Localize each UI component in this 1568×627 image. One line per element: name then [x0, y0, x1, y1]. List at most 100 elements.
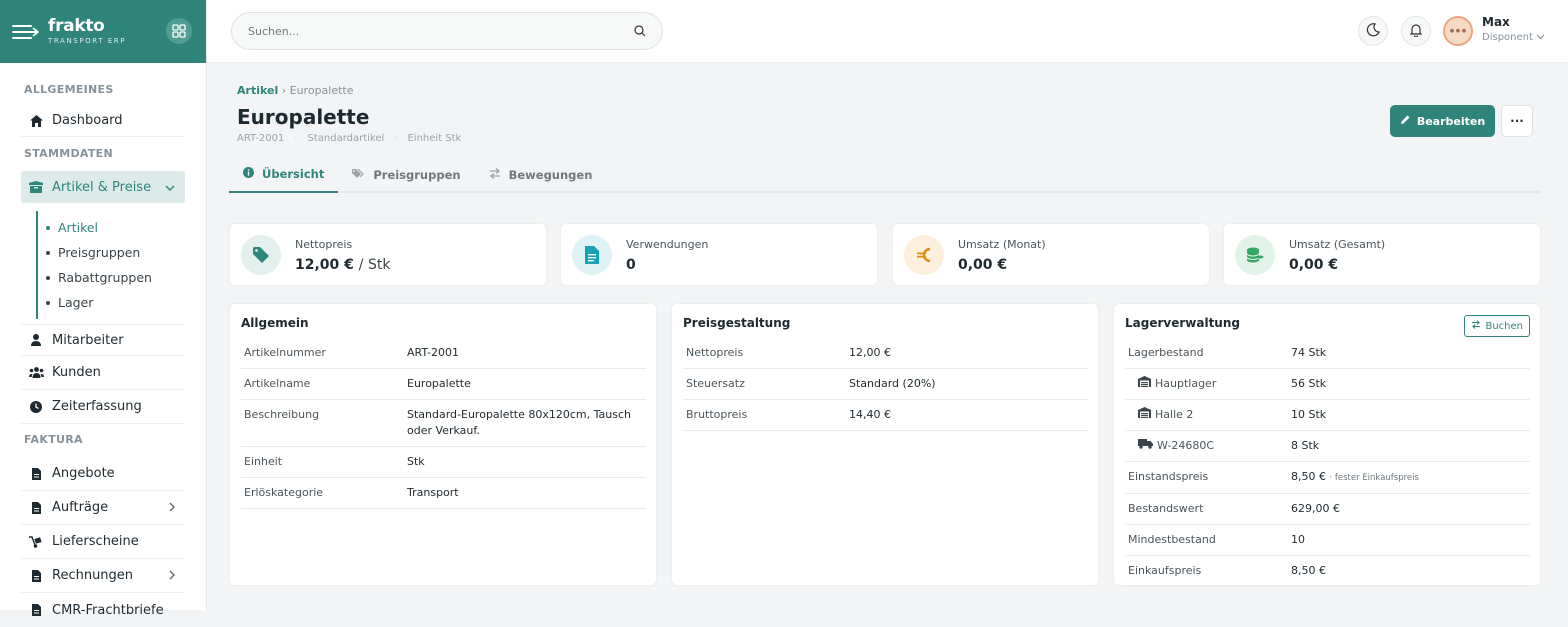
- sidebar-item-mitarbeiter[interactable]: Mitarbeiter: [21, 324, 185, 356]
- warehouse-icon: [1138, 376, 1151, 392]
- stat-card-nettopreis: Nettopreis 12,00 € / Stk: [229, 223, 547, 286]
- table-row: Artikelnummer ART-2001: [241, 338, 646, 369]
- stat-card-umsatz-gesamt: Umsatz (Gesamt) 0,00 €: [1223, 223, 1541, 286]
- subnav-item-rabattgruppen[interactable]: Rabattgruppen: [46, 265, 206, 290]
- brand-logo[interactable]: frakto TRANSPORT ERP: [48, 16, 126, 46]
- topbar: ● ● ● Max Disponent: [207, 0, 1568, 63]
- sidebar-item-cmr-frachtbriefe[interactable]: CMR-Frachtbriefe: [21, 593, 185, 627]
- stat-value: 0,00 €: [958, 257, 1008, 273]
- chevron-down-icon: [165, 180, 175, 194]
- sidebar-item-label: Lieferscheine: [52, 534, 139, 549]
- sidebar-item-kunden[interactable]: Kunden: [21, 356, 185, 390]
- file-icon: [572, 235, 612, 275]
- ellipsis-icon: ···: [1510, 114, 1524, 128]
- user-menu[interactable]: Max Disponent: [1482, 15, 1545, 43]
- stat-label: Verwendungen: [626, 238, 709, 251]
- table-row: Steuersatz Standard (20%): [683, 368, 1088, 400]
- tab-uebersicht[interactable]: Übersicht: [229, 157, 339, 193]
- brand-bar: frakto TRANSPORT ERP: [0, 0, 206, 63]
- chevron-right-icon: [169, 569, 175, 583]
- search-input[interactable]: [232, 13, 612, 49]
- stat-value: 12,00 € / Stk: [295, 257, 391, 273]
- search-box: [231, 12, 663, 50]
- table-row: Bruttopreis 14,40 €: [683, 399, 1088, 431]
- sidebar-item-label: CMR-Frachtbriefe: [52, 602, 164, 618]
- document-icon: [28, 604, 44, 616]
- subnav-item-artikel[interactable]: Artikel: [46, 215, 206, 240]
- clock-icon: [28, 400, 44, 413]
- notifications-button[interactable]: [1401, 16, 1431, 46]
- sidebar-item-label: Angebote: [52, 466, 115, 481]
- info-icon: [243, 167, 254, 181]
- user-role: Disponent: [1482, 32, 1545, 43]
- search-icon[interactable]: [634, 25, 646, 40]
- sidebar-item-zeiterfassung[interactable]: Zeiterfassung: [21, 390, 185, 424]
- chevron-down-icon: [1536, 32, 1545, 43]
- tab-preisgruppen[interactable]: Preisgruppen: [338, 157, 474, 193]
- document-icon: [28, 467, 44, 480]
- table-row: Einkaufspreis 8,50 €: [1125, 555, 1530, 587]
- coins-icon: [1235, 235, 1275, 275]
- document-icon: [28, 569, 44, 582]
- bell-icon: [1409, 23, 1423, 40]
- meta-article-number: ART-2001: [237, 133, 285, 144]
- table-row: Mindestbestand 10: [1125, 524, 1530, 556]
- main-content: Artikel › Europalette Europalette ART-20…: [207, 63, 1568, 610]
- table-row: Beschreibung Standard-Europalette 80x120c…: [241, 399, 646, 447]
- user-name: Max: [1482, 15, 1510, 29]
- warehouse-icon: [1138, 407, 1151, 423]
- users-icon: [28, 367, 44, 378]
- truck-icon: [1138, 438, 1153, 454]
- tab-bewegungen[interactable]: Bewegungen: [475, 157, 607, 193]
- sidebar-item-angebote[interactable]: Angebote: [21, 457, 185, 491]
- page-meta: ART-2001 · Standardartikel · Einheit Stk: [237, 133, 462, 144]
- sidebar-item-rechnungen[interactable]: Rechnungen: [21, 559, 185, 593]
- sidebar-item-label: Dashboard: [52, 113, 123, 128]
- document-icon: [28, 501, 44, 514]
- stat-label: Nettopreis: [295, 238, 353, 251]
- brand-name: frakto: [48, 16, 105, 36]
- apps-grid-icon[interactable]: [166, 18, 192, 44]
- section-stammdaten: STAMMDATEN: [24, 147, 113, 160]
- avatar[interactable]: ● ● ●: [1443, 16, 1473, 46]
- stat-card-verwendungen: Verwendungen 0: [560, 223, 878, 286]
- table-row: Hauptlager 56 Stk: [1125, 368, 1530, 400]
- meta-article-type: Standardartikel: [307, 133, 385, 144]
- subnav-item-preisgruppen[interactable]: Preisgruppen: [46, 240, 206, 265]
- preis-table: Nettopreis 12,00 € Steuersatz Standard (20…: [683, 338, 1088, 431]
- breadcrumb-root[interactable]: Artikel: [237, 84, 278, 97]
- table-row: W-24680C 8 Stk: [1125, 430, 1530, 462]
- euro-icon: [904, 235, 944, 275]
- table-row: Erlöskategorie Transport: [241, 477, 646, 509]
- sidebar-item-dashboard[interactable]: Dashboard: [21, 105, 185, 137]
- sidebar-item-label: Rechnungen: [52, 568, 134, 583]
- sidebar-item-label: Mitarbeiter: [52, 332, 124, 348]
- sidebar-item-label: Kunden: [52, 365, 101, 380]
- dark-mode-toggle[interactable]: [1358, 16, 1388, 46]
- breadcrumb: Artikel › Europalette: [237, 84, 354, 97]
- more-options-button[interactable]: ···: [1501, 105, 1533, 137]
- sidebar-item-artikel-preise[interactable]: Artikel & Preise: [21, 171, 185, 203]
- subnav-item-lager[interactable]: Lager: [46, 290, 206, 315]
- sidebar-item-lieferscheine[interactable]: Lieferscheine: [21, 525, 185, 559]
- tab-bar: Übersicht Preisgruppen Bewegungen: [229, 157, 1541, 193]
- edit-button[interactable]: Bearbeiten: [1390, 105, 1495, 137]
- exchange-icon: [489, 168, 501, 182]
- stat-value: 0: [626, 257, 636, 273]
- dolly-icon: [28, 535, 44, 548]
- box-icon: [28, 181, 44, 193]
- page-title: Europalette: [237, 105, 370, 129]
- table-row: Einstandspreis 8,50 € · fester Einkaufspr…: [1125, 461, 1530, 494]
- card-lagerverwaltung: Lagerverwaltung Buchen Lagerbestand 74 St…: [1113, 303, 1541, 587]
- price-note: · fester Einkaufspreis: [1329, 473, 1419, 483]
- subnav-artikel: Artikel Preisgruppen Rabattgruppen Lager: [36, 211, 206, 319]
- book-button[interactable]: Buchen: [1464, 315, 1530, 337]
- stat-value: 0,00 €: [1289, 257, 1339, 273]
- stat-label: Umsatz (Gesamt): [1289, 238, 1386, 251]
- sidebar-item-label: Zeiterfassung: [52, 399, 142, 414]
- lager-table: Lagerbestand 74 Stk Hauptlager 56 Stk Hall…: [1125, 338, 1530, 587]
- chevron-right-icon: [169, 501, 175, 515]
- sidebar-item-auftraege[interactable]: Aufträge: [21, 491, 185, 525]
- menu-toggle-icon[interactable]: [12, 22, 40, 42]
- table-row: Lagerbestand 74 Stk: [1125, 338, 1530, 369]
